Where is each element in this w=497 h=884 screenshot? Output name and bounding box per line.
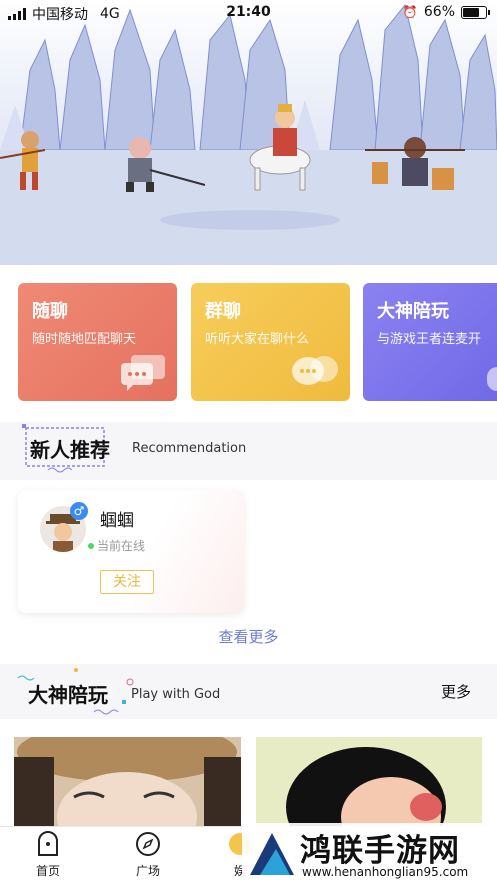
more-button[interactable]: 更多	[441, 681, 471, 702]
god-section-header: 大神陪玩 Play with God 更多	[0, 664, 497, 719]
section-subtitle: Recommendation	[132, 441, 247, 456]
watermark-text: 鸿联手游网	[300, 833, 460, 869]
card-god-play[interactable]: 大神陪玩 与游戏王者连麦开 +	[363, 283, 497, 401]
card-subtitle: 与游戏王者连麦开	[377, 332, 482, 347]
tab-home[interactable]: 首页	[18, 831, 78, 879]
online-status: 当前在线	[97, 539, 146, 553]
watermark-logo-icon	[250, 833, 294, 875]
journey-to-the-west-illustration	[0, 3, 497, 265]
user-name: 蝈蝈	[100, 511, 134, 531]
card-title: 随聊	[32, 301, 68, 322]
chat-bubble-icon	[121, 355, 165, 391]
follow-button[interactable]: 关注	[100, 570, 154, 594]
battery-icon	[461, 5, 490, 19]
tab-square[interactable]: 广场	[118, 831, 178, 879]
compass-icon	[136, 832, 160, 856]
banner-image[interactable]	[0, 0, 497, 265]
card-random-chat[interactable]: 随聊 随时随地匹配聊天	[18, 283, 177, 401]
battery-percent: 66%	[423, 4, 455, 20]
site-watermark: 鸿联手游网 www.henanhonglian95.com	[242, 823, 497, 883]
card-title: 大神陪玩	[377, 301, 449, 322]
tab-label: 广场	[135, 864, 160, 878]
card-title: 群聊	[205, 301, 241, 322]
status-bar: 中国移动 4G 21:40 ⏰ 66%	[0, 0, 497, 26]
card-subtitle: 听听大家在聊什么	[205, 332, 310, 347]
player-photo-card[interactable]	[14, 737, 241, 827]
see-more-link[interactable]: 查看更多	[0, 626, 497, 647]
alarm-icon: ⏰	[402, 5, 418, 19]
section-subtitle: Play with God	[131, 687, 221, 702]
watermark-url: www.henanhonglian95.com	[302, 865, 469, 879]
gamepad-icon: +	[487, 367, 497, 391]
player-photo	[14, 737, 241, 827]
feature-cards: 随聊 随时随地匹配聊天 群聊 听听大家在聊什么 大神陪玩 与游戏王者连麦开 +	[18, 283, 497, 403]
player-photo-card[interactable]	[256, 737, 482, 827]
section-title: 大神陪玩	[28, 683, 108, 707]
group-chat-icon	[292, 356, 338, 385]
recommended-user-card[interactable]: ♂ 蝈蝈 当前在线 关注	[18, 490, 244, 613]
player-photo	[256, 737, 482, 827]
home-icon	[38, 831, 58, 856]
online-dot	[88, 543, 94, 549]
recommend-section-header: 新人推荐 Recommendation	[0, 422, 497, 480]
card-group-chat[interactable]: 群聊 听听大家在聊什么	[191, 283, 350, 401]
male-icon: ♂	[70, 502, 88, 520]
card-subtitle: 随时随地匹配聊天	[32, 332, 137, 347]
tab-label: 首页	[35, 864, 60, 878]
section-title: 新人推荐	[30, 438, 110, 462]
